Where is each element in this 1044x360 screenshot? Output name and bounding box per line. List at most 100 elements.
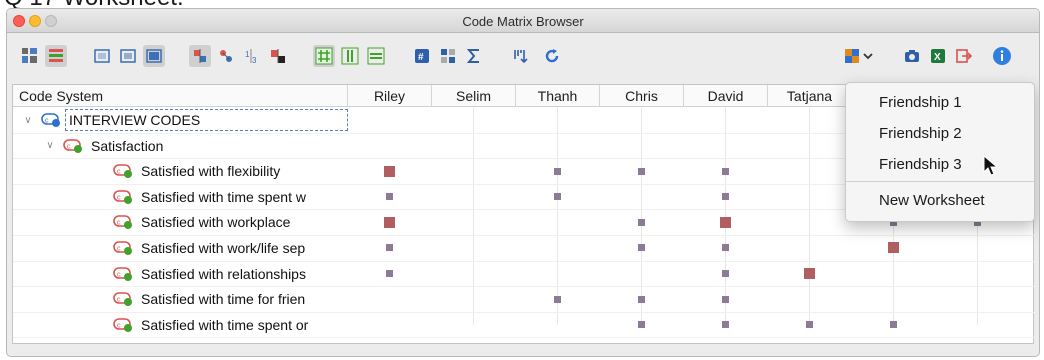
tree-row-label: Satisfaction xyxy=(91,137,164,154)
code-tag-icon: c xyxy=(113,189,132,204)
tree-row[interactable]: ∨ c INTERVIEW CODES xyxy=(21,107,200,133)
svg-text:c: c xyxy=(117,246,121,253)
column-header-tatjana[interactable]: Tatjana xyxy=(768,85,852,107)
columns-view-icon[interactable] xyxy=(339,45,361,67)
svg-text:#: # xyxy=(418,52,424,63)
matrix-grid-icon[interactable] xyxy=(19,45,41,67)
menu-item-friendship-2[interactable]: Friendship 2 xyxy=(846,119,1034,149)
matrix-cell-square[interactable] xyxy=(721,295,729,303)
code-matrix-window: Code Matrix Browser 13 # X Code System R… xyxy=(6,8,1040,357)
matrix-cell-square[interactable] xyxy=(721,269,729,277)
matrix-cell-square[interactable] xyxy=(637,167,645,175)
node-numbers-icon[interactable]: 13 xyxy=(241,45,263,67)
svg-text:c: c xyxy=(45,118,49,125)
node-highlight-icon[interactable] xyxy=(267,45,289,67)
svg-text:1: 1 xyxy=(245,50,250,59)
sort-down-icon[interactable] xyxy=(509,45,531,67)
rows-icon[interactable] xyxy=(91,45,113,67)
rows-view-icon[interactable] xyxy=(365,45,387,67)
export-icon[interactable] xyxy=(953,45,975,67)
chevron-down-icon[interactable]: ∨ xyxy=(21,115,35,126)
menu-item-friendship-1[interactable]: Friendship 1 xyxy=(846,88,1034,118)
matrix-cell-square[interactable] xyxy=(805,321,813,329)
matrix-cell-square[interactable] xyxy=(385,269,393,277)
svg-text:c: c xyxy=(117,271,121,278)
tree-row-label: Satisfied with time spent w xyxy=(141,188,306,205)
worksheet-dropdown-menu: Friendship 1 Friendship 2 Friendship 3 N… xyxy=(845,82,1035,222)
column-header-thanh[interactable]: Thanh xyxy=(516,85,600,107)
column-header-riley[interactable]: Riley xyxy=(348,85,432,107)
matrix-cell-square[interactable] xyxy=(889,321,897,329)
matrix-cell-square[interactable] xyxy=(383,165,395,177)
refresh-icon[interactable] xyxy=(541,45,563,67)
tree-row-label: Satisfied with flexibility xyxy=(141,163,281,180)
matrix-cell-square[interactable] xyxy=(721,193,729,201)
camera-icon[interactable] xyxy=(901,45,923,67)
matrix-cell-square[interactable] xyxy=(385,193,393,201)
squares-view-icon[interactable] xyxy=(437,45,459,67)
excel-icon[interactable]: X xyxy=(927,45,949,67)
matrix-cell-square[interactable] xyxy=(553,193,561,201)
menu-separator xyxy=(846,181,1034,182)
code-tag-icon: c xyxy=(113,164,132,179)
columns-icon[interactable] xyxy=(117,45,139,67)
code-tag-icon: c xyxy=(113,266,132,281)
matrix-cell-square[interactable] xyxy=(803,267,815,279)
code-tag-icon: c xyxy=(113,215,132,230)
matrix-cell-square[interactable] xyxy=(719,216,731,228)
tree-row[interactable]: c Satisfied with time for frien xyxy=(113,286,305,312)
matrix-cell-square[interactable] xyxy=(637,295,645,303)
tree-row[interactable]: c Satisfied with flexibility xyxy=(113,158,280,184)
matrix-cell-square[interactable] xyxy=(637,244,645,252)
tree-row[interactable]: c Satisfied with time spent or xyxy=(113,312,308,338)
tree-row[interactable]: c Satisfied with work/life sep xyxy=(113,235,305,261)
tree-row-label: Satisfied with work/life sep xyxy=(141,240,306,256)
matrix-cell-square[interactable] xyxy=(721,167,729,175)
grid-column-line xyxy=(473,107,474,325)
code-tag-icon: c xyxy=(63,138,82,153)
matrix-cell-square[interactable] xyxy=(887,242,899,254)
grid-column-line xyxy=(809,107,810,325)
mouse-cursor-icon xyxy=(983,155,999,176)
grid-column-line xyxy=(557,107,558,325)
matrix-cell-square[interactable] xyxy=(721,321,729,329)
svg-text:c: c xyxy=(117,220,121,227)
tree-row[interactable]: c Satisfied with workplace xyxy=(113,209,290,235)
matrix-cell-square[interactable] xyxy=(385,244,393,252)
matrix-cell-square[interactable] xyxy=(637,218,645,226)
grid-column-line xyxy=(641,107,642,325)
info-icon[interactable] xyxy=(991,45,1013,67)
column-header-david[interactable]: David xyxy=(684,85,768,107)
tree-row[interactable]: ∨ c Satisfaction xyxy=(43,133,163,159)
tree-row-label: Satisfied with time for frien xyxy=(141,291,306,308)
column-header-code-system[interactable]: Code System xyxy=(13,85,348,107)
menu-item-new-worksheet[interactable]: New Worksheet xyxy=(846,186,1034,216)
code-tag-icon: c xyxy=(113,292,132,307)
matrix-cell-square[interactable] xyxy=(637,321,645,329)
matrix-cell-square[interactable] xyxy=(721,244,729,252)
matrix-cell-square[interactable] xyxy=(553,167,561,175)
node-move-icon[interactable] xyxy=(215,45,237,67)
tree-row[interactable]: c Satisfied with time spent w xyxy=(113,184,306,210)
code-tag-icon: c xyxy=(113,241,132,255)
window-title: Code Matrix Browser xyxy=(462,14,584,29)
menu-item-friendship-3[interactable]: Friendship 3 xyxy=(846,150,1034,180)
code-list-icon[interactable] xyxy=(45,45,67,67)
column-header-chris[interactable]: Chris xyxy=(600,85,684,107)
squares-icon[interactable] xyxy=(143,45,165,67)
worksheet-menu-icon[interactable] xyxy=(843,45,875,67)
svg-text:c: c xyxy=(117,169,121,176)
column-header-selim[interactable]: Selim xyxy=(432,85,516,107)
code-tag-icon: c xyxy=(113,317,132,332)
hash-view-icon[interactable] xyxy=(313,45,335,67)
svg-text:c: c xyxy=(67,143,71,150)
matrix-cell-square[interactable] xyxy=(553,295,561,303)
code-tag-icon: c xyxy=(41,113,60,127)
tree-row[interactable]: c Satisfied with relationships xyxy=(113,261,306,287)
node-fill-icon[interactable] xyxy=(189,45,211,67)
sum-icon[interactable] xyxy=(463,45,485,67)
matrix-cell-square[interactable] xyxy=(383,216,395,228)
hash-box-icon[interactable]: # xyxy=(411,45,433,67)
svg-text:X: X xyxy=(934,52,941,63)
chevron-down-icon[interactable]: ∨ xyxy=(43,140,57,151)
